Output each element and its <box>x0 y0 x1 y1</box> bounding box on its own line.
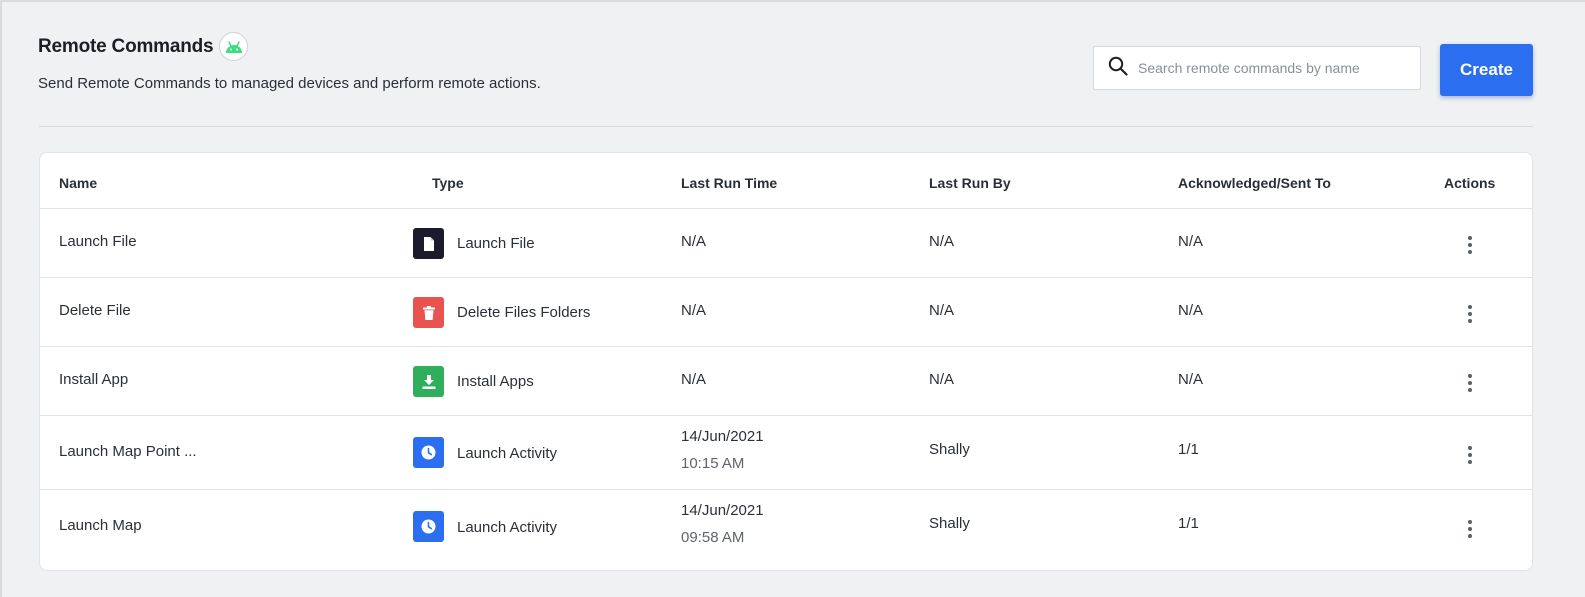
last-run-clock: 09:58 AM <box>681 529 745 546</box>
more-actions-icon[interactable] <box>1460 517 1480 541</box>
table-header: Name Type Last Run Time Last Run By Ackn… <box>40 153 1532 209</box>
header-divider <box>39 126 1533 127</box>
command-type: Install Apps <box>457 373 534 390</box>
column-header-actions: Actions <box>1444 175 1496 191</box>
table-row[interactable]: Launch Map Launch Activity 14/Jun/2021 0… <box>40 490 1532 570</box>
last-run-time: N/A <box>681 233 707 250</box>
last-run-time: N/A <box>681 371 707 388</box>
last-run-by: N/A <box>929 371 955 388</box>
search-icon <box>1108 56 1128 81</box>
create-button[interactable]: Create <box>1440 44 1533 96</box>
trash-icon <box>413 297 444 328</box>
last-run-by: Shally <box>929 441 970 458</box>
command-name[interactable]: Launch Map <box>59 517 142 534</box>
command-name[interactable]: Delete File <box>59 302 131 319</box>
command-type: Launch File <box>457 235 535 252</box>
column-header-name[interactable]: Name <box>59 175 97 191</box>
clock-icon <box>413 511 444 542</box>
column-header-acknowledged-sent-to[interactable]: Acknowledged/Sent To <box>1178 175 1331 191</box>
acknowledged-sent-to: 1/1 <box>1178 441 1199 458</box>
last-run-time: 14/Jun/2021 09:58 AM <box>681 502 764 546</box>
last-run-time: N/A <box>681 302 707 319</box>
last-run-date: 14/Jun/2021 <box>681 502 764 519</box>
command-type: Delete Files Folders <box>457 304 591 321</box>
column-header-last-run-time[interactable]: Last Run Time <box>681 175 777 191</box>
column-header-type[interactable]: Type <box>432 175 464 191</box>
android-icon <box>219 32 249 61</box>
command-name[interactable]: Launch Map Point ... <box>59 443 197 460</box>
table-row[interactable]: Delete File Delete Files Folders N/A N/A… <box>40 278 1532 347</box>
acknowledged-sent-to: 1/1 <box>1178 515 1199 532</box>
table-row[interactable]: Launch Map Point ... Launch Activity 14/… <box>40 416 1532 490</box>
acknowledged-sent-to: N/A <box>1178 233 1204 250</box>
download-icon <box>413 366 444 397</box>
acknowledged-sent-to: N/A <box>1178 371 1204 388</box>
last-run-by: N/A <box>929 233 955 250</box>
last-run-time: 14/Jun/2021 10:15 AM <box>681 428 764 472</box>
last-run-date: 14/Jun/2021 <box>681 428 764 445</box>
column-header-last-run-by[interactable]: Last Run By <box>929 175 1011 191</box>
acknowledged-sent-to: N/A <box>1178 302 1204 319</box>
command-type: Launch Activity <box>457 519 558 536</box>
remote-commands-table: Name Type Last Run Time Last Run By Ackn… <box>39 152 1533 571</box>
file-icon <box>413 228 444 259</box>
last-run-by: Shally <box>929 515 970 532</box>
more-actions-icon[interactable] <box>1460 302 1480 326</box>
more-actions-icon[interactable] <box>1460 371 1480 395</box>
more-actions-icon[interactable] <box>1460 233 1480 257</box>
command-name[interactable]: Launch File <box>59 233 137 250</box>
last-run-clock: 10:15 AM <box>681 455 745 472</box>
clock-icon <box>413 437 444 468</box>
search-input[interactable] <box>1138 60 1408 76</box>
last-run-by: N/A <box>929 302 955 319</box>
table-row[interactable]: Launch File Launch File N/A N/A N/A <box>40 209 1532 278</box>
command-name[interactable]: Install App <box>59 371 128 388</box>
search-box[interactable] <box>1093 46 1421 90</box>
command-type: Launch Activity <box>457 445 558 462</box>
page-title: Remote Commands <box>38 35 214 57</box>
more-actions-icon[interactable] <box>1460 443 1480 467</box>
remote-commands-page: Remote Commands Send Remote Commands to … <box>0 0 1585 597</box>
table-row[interactable]: Install App Install Apps N/A N/A N/A <box>40 347 1532 416</box>
